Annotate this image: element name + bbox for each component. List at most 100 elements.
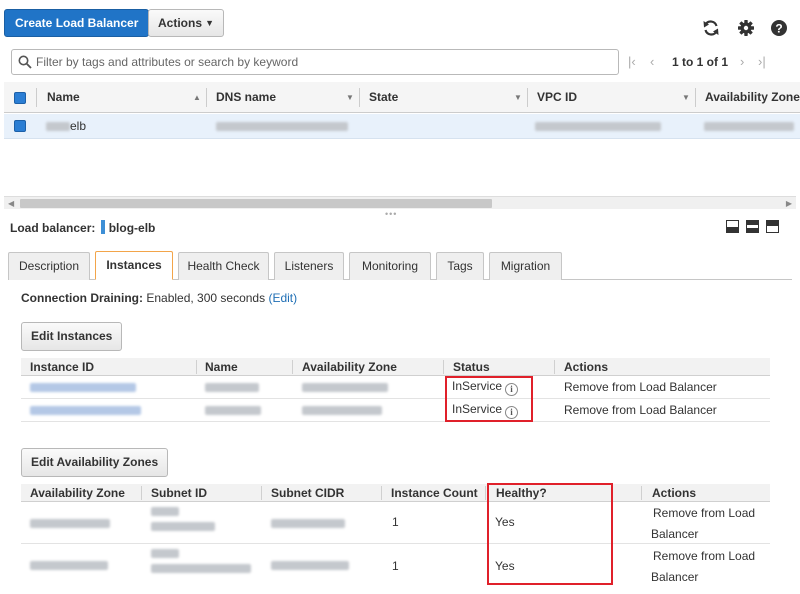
- column-state[interactable]: State: [369, 82, 398, 113]
- sort-icon[interactable]: ▼: [514, 82, 522, 113]
- column-subnet-cidr: Subnet CIDR: [271, 486, 345, 500]
- svg-text:?: ?: [775, 22, 782, 36]
- instance-count: 1: [392, 559, 399, 573]
- redacted-instance-id[interactable]: [30, 406, 141, 415]
- redacted-zone: [302, 383, 388, 392]
- lb-label-text: Load balancer:: [10, 221, 96, 235]
- table-row[interactable]: elb: [4, 114, 800, 139]
- pagination: |‹ ‹ 1 to 1 of 1 › ›|: [628, 52, 796, 72]
- tab-description[interactable]: Description: [8, 252, 90, 280]
- table-row: 1 Yes Remove from Load Balancer: [21, 502, 770, 544]
- sort-asc-icon[interactable]: ▲: [193, 82, 201, 113]
- next-page-icon[interactable]: ›: [740, 54, 744, 69]
- table-row: InService i Remove from Load Balancer: [21, 376, 770, 399]
- scroll-left-icon[interactable]: ◀: [8, 197, 14, 210]
- draining-edit-link[interactable]: (Edit): [268, 291, 297, 305]
- gear-icon[interactable]: [736, 18, 756, 38]
- column-instance-count: Instance Count: [391, 486, 478, 500]
- redacted-zone: [302, 406, 382, 415]
- sort-icon[interactable]: ▼: [346, 82, 354, 113]
- column-status: Status: [453, 360, 490, 374]
- redacted-zone: [30, 519, 110, 528]
- table-row: 1 Yes Remove from Load Balancer: [21, 544, 770, 588]
- last-page-icon[interactable]: ›|: [758, 54, 766, 69]
- remove-from-lb-link[interactable]: Remove from Load Balancer: [564, 380, 717, 394]
- prev-page-icon[interactable]: ‹: [650, 54, 654, 69]
- help-icon[interactable]: ?: [769, 18, 789, 38]
- table-header: Name ▲ DNS name ▼ State ▼ VPC ID ▼ Avail…: [4, 82, 800, 113]
- redacted-vpc: [535, 122, 661, 131]
- tab-health-check[interactable]: Health Check: [178, 252, 269, 280]
- column-subnet-id: Subnet ID: [151, 486, 207, 500]
- column-availability-zone: Availability Zone: [302, 360, 397, 374]
- create-load-balancer-button[interactable]: Create Load Balancer: [4, 9, 150, 37]
- redacted-zone: [30, 561, 108, 570]
- row-checkbox[interactable]: [14, 120, 26, 132]
- redacted-name: [46, 122, 70, 131]
- column-vpc-id[interactable]: VPC ID: [537, 82, 577, 113]
- column-availability-zone[interactable]: Availability Zone: [705, 82, 800, 113]
- scrollbar-thumb[interactable]: [20, 199, 492, 208]
- remove-from-lb-link-line1[interactable]: Remove from Load: [653, 506, 755, 520]
- lb-color-marker: [100, 220, 105, 234]
- remove-from-lb-link-line2[interactable]: Balancer: [651, 570, 698, 584]
- search-icon: [18, 55, 32, 69]
- redacted-instance-id[interactable]: [30, 383, 136, 392]
- remove-from-lb-link[interactable]: Remove from Load Balancer: [564, 403, 717, 417]
- layout-top-icon[interactable]: [766, 220, 779, 233]
- redacted-subnet-line1: [151, 507, 179, 516]
- zones-table-header: Availability Zone Subnet ID Subnet CIDR …: [21, 484, 770, 502]
- redacted-cidr: [271, 561, 349, 570]
- draining-value: Enabled, 300 seconds: [146, 291, 266, 305]
- healthy-highlight-box: [487, 483, 613, 585]
- redacted-name: [205, 383, 259, 392]
- first-page-icon[interactable]: |‹: [628, 54, 636, 69]
- redacted-name: [205, 406, 261, 415]
- tab-tags[interactable]: Tags: [436, 252, 484, 280]
- layout-split-icon[interactable]: [746, 220, 759, 233]
- remove-from-lb-link-line1[interactable]: Remove from Load: [653, 549, 755, 563]
- column-availability-zone: Availability Zone: [30, 486, 125, 500]
- edit-instances-button[interactable]: Edit Instances: [21, 322, 123, 351]
- search-input[interactable]: [36, 53, 614, 71]
- sort-icon[interactable]: ▼: [682, 82, 690, 113]
- redacted-subnet-line1: [151, 549, 179, 558]
- actions-dropdown-button[interactable]: Actions ▼: [148, 9, 224, 37]
- connection-draining: Connection Draining: Enabled, 300 second…: [21, 291, 297, 305]
- tab-instances[interactable]: Instances: [95, 251, 173, 280]
- tab-migration[interactable]: Migration: [489, 252, 562, 280]
- redacted-dns: [216, 122, 348, 131]
- actions-label: Actions: [158, 16, 203, 30]
- selected-lb-name: blog-elb: [108, 221, 156, 235]
- lb-name-suffix: elb: [70, 119, 87, 133]
- remove-from-lb-link-line2[interactable]: Balancer: [651, 527, 698, 541]
- draining-label: Connection Draining:: [21, 291, 143, 305]
- edit-availability-zones-button[interactable]: Edit Availability Zones: [21, 448, 169, 477]
- toolbar: Create Load Balancer Actions ▼ ?: [0, 0, 800, 46]
- pagination-count: 1 to 1 of 1: [672, 55, 729, 69]
- redacted-subnet-line2: [151, 564, 251, 573]
- selected-lb-label: Load balancer: blog-elb: [10, 220, 155, 235]
- refresh-icon[interactable]: [701, 18, 721, 38]
- table-row: InService i Remove from Load Balancer: [21, 399, 770, 422]
- column-dns-name[interactable]: DNS name: [216, 82, 276, 113]
- tab-listeners[interactable]: Listeners: [274, 252, 344, 280]
- column-actions: Actions: [564, 360, 609, 374]
- scroll-right-icon[interactable]: ▶: [786, 197, 792, 210]
- redacted-subnet-line2: [151, 522, 215, 531]
- resize-handle[interactable]: •••: [385, 210, 397, 219]
- horizontal-scrollbar[interactable]: ◀ ▶: [4, 196, 796, 209]
- instance-count: 1: [392, 515, 399, 529]
- select-all-checkbox[interactable]: [14, 92, 26, 104]
- tab-monitoring[interactable]: Monitoring: [349, 252, 431, 280]
- column-actions: Actions: [652, 486, 697, 500]
- redacted-zone: [704, 122, 794, 131]
- chevron-down-icon: ▼: [205, 18, 214, 28]
- status-highlight-box: [445, 376, 533, 422]
- layout-bottom-icon[interactable]: [726, 220, 739, 233]
- column-name: Name: [205, 360, 238, 374]
- redacted-cidr: [271, 519, 345, 528]
- filter-box[interactable]: [11, 49, 619, 75]
- column-name[interactable]: Name: [47, 82, 80, 113]
- detail-tabs: Description Instances Health Check Liste…: [8, 251, 792, 280]
